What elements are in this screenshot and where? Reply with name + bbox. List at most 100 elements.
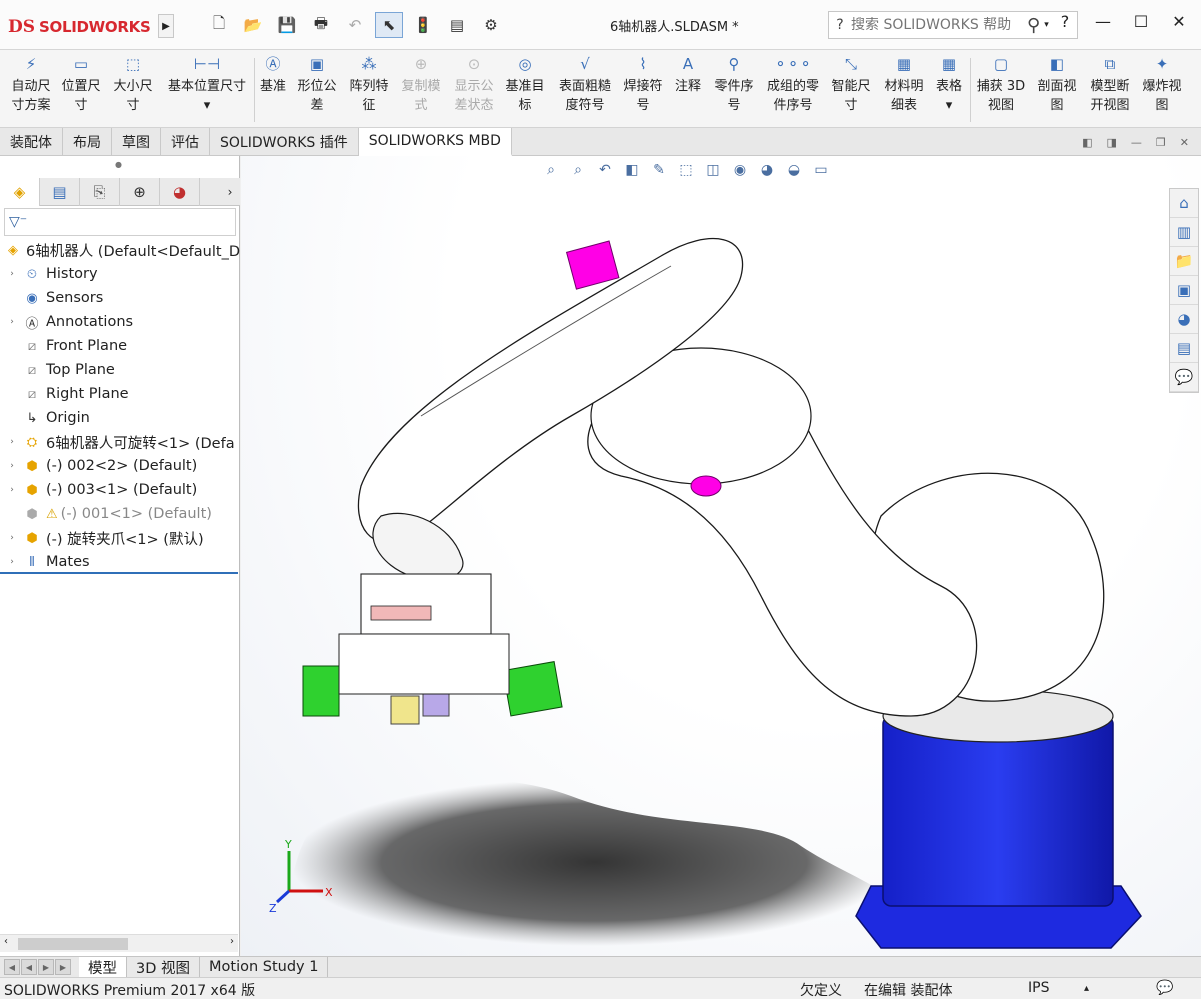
pane-drag-handle[interactable]: ●	[115, 160, 122, 169]
ribbon-gtol-button[interactable]: ▣ 形位公差	[294, 55, 340, 115]
robot-arm-model[interactable]: Y X Z	[241, 156, 1201, 956]
tab-layout[interactable]: 布局	[63, 128, 112, 156]
view-palette-icon[interactable]: ▣	[1170, 276, 1198, 305]
ribbon-explode-view-button[interactable]: ✦ 爆炸视图	[1138, 55, 1186, 115]
open-document-icon[interactable]: 📂	[239, 12, 267, 38]
dropdown-icon[interactable]: ▾	[946, 98, 953, 113]
ribbon-basic-location-button[interactable]: ⊢⊣ 基本位置尺寸 ▾	[162, 55, 252, 115]
gripper-jaw-assembly[interactable]	[338, 633, 510, 695]
status-tooltip-icon[interactable]: 💬	[1156, 980, 1173, 996]
view-restore-icon[interactable]: ❐	[1156, 136, 1166, 149]
magenta-marker-block[interactable]	[565, 240, 620, 290]
view-close-icon[interactable]: ✕	[1180, 136, 1189, 149]
gripper-finger-left-green[interactable]	[302, 665, 340, 717]
feature-manager-tab-icon[interactable]: ◈	[0, 178, 40, 206]
dynamic-annotation-icon[interactable]: ✎	[649, 162, 669, 178]
view-minimize-icon[interactable]: —	[1131, 136, 1142, 149]
zoom-to-fit-icon[interactable]: ⌕	[541, 162, 561, 178]
tree-filter-icon[interactable]: ▽⁻	[4, 208, 236, 236]
ribbon-balloon-button[interactable]: ⚲ 零件序号	[710, 55, 758, 115]
gripper-finger-right-green[interactable]	[502, 661, 563, 717]
robot-wrist[interactable]	[372, 512, 464, 581]
ribbon-weld-symbol-button[interactable]: ⌇ 焊接符号	[620, 55, 666, 115]
forum-icon[interactable]: 💬	[1170, 363, 1198, 392]
ribbon-bom-button[interactable]: ▦ 材料明 细表	[880, 55, 928, 115]
ribbon-datum-target-button[interactable]: ◎ 基准目标	[502, 55, 548, 115]
magenta-marker-pin[interactable]	[690, 475, 722, 497]
robot-base-column[interactable]	[882, 715, 1114, 907]
tab-model[interactable]: 模型	[79, 956, 127, 978]
design-library-icon[interactable]: ▥	[1170, 218, 1198, 247]
ribbon-capture-3d-button[interactable]: ▢ 捕获 3D 视图	[974, 55, 1028, 115]
units-dropdown-icon[interactable]: ▴	[1084, 983, 1089, 994]
rebuild-traffic-light-icon[interactable]: 🚦	[409, 12, 437, 38]
ribbon-table-button[interactable]: ▦ 表格 ▾	[932, 55, 966, 115]
gripper-finger-yellow[interactable]	[390, 695, 420, 725]
tab-evaluate[interactable]: 评估	[161, 128, 210, 156]
options-gear-icon[interactable]: ⚙	[477, 12, 505, 38]
select-arrow-icon[interactable]: ⬉	[375, 12, 403, 38]
hide-show-items-icon[interactable]: ◉	[730, 162, 750, 178]
zoom-to-area-icon[interactable]: ⌕	[568, 162, 588, 178]
menu-expand-arrow[interactable]: ▶	[158, 14, 174, 38]
view-next-icon[interactable]: ◨	[1107, 136, 1117, 149]
file-properties-icon[interactable]: ▤	[443, 12, 471, 38]
configuration-manager-tab-icon[interactable]: ⎘	[80, 178, 120, 206]
ribbon-copy-scheme-button[interactable]: ⊕ 复制模式	[398, 55, 444, 115]
custom-properties-icon[interactable]: ▤	[1170, 334, 1198, 363]
tree-item-right-plane[interactable]: ⧄ Right Plane	[0, 382, 240, 406]
section-view-hud-icon[interactable]: ◧	[622, 162, 642, 178]
ribbon-stacked-balloon-button[interactable]: ⚬⚬⚬ 成组的零 件序号	[762, 55, 824, 115]
display-style-icon[interactable]: ◫	[703, 162, 723, 178]
help-search-box[interactable]: ? ⚲ ▾	[828, 11, 1078, 39]
view-prev-icon[interactable]: ◧	[1082, 136, 1092, 149]
gripper-body[interactable]	[360, 573, 492, 635]
previous-view-icon[interactable]: ↶	[595, 162, 615, 178]
tab-motion-study[interactable]: Motion Study 1	[200, 956, 329, 978]
ribbon-show-tolerance-button[interactable]: ⊙ 显示公 差状态	[450, 55, 498, 115]
graphics-viewport[interactable]: Y X Z ⌕ ⌕ ↶ ◧ ✎ ⬚ ◫ ◉ ◕ ◒ ▭ ⌂ ▥ 📁 ▣ ◕ ▤ …	[241, 156, 1201, 956]
scrollbar-thumb[interactable]	[18, 938, 128, 950]
tab-assembly[interactable]: 装配体	[0, 128, 63, 156]
home-icon[interactable]: ⌂	[1170, 189, 1198, 218]
tab-3d-views[interactable]: 3D 视图	[127, 956, 200, 978]
ribbon-surface-finish-button[interactable]: √ 表面粗糙 度符号	[554, 55, 616, 115]
expand-arrow-icon[interactable]: ›	[6, 461, 18, 471]
ribbon-model-break-button[interactable]: ⧉ 模型断 开视图	[1086, 55, 1134, 115]
ribbon-location-dimension-button[interactable]: ▭ 位置尺寸	[58, 55, 104, 115]
tab-mbd[interactable]: SOLIDWORKS MBD	[358, 128, 512, 156]
tree-item-part-001-suppressed[interactable]: ⬢ ⚠ (-) 001<1> (Default)	[0, 502, 240, 526]
ribbon-note-button[interactable]: A 注释	[670, 55, 706, 96]
ribbon-pattern-button[interactable]: ⁂ 阵列特征	[346, 55, 392, 115]
tree-horizontal-scrollbar[interactable]: ‹ ›	[0, 934, 238, 952]
edit-appearance-icon[interactable]: ◕	[757, 162, 777, 178]
apply-scene-icon[interactable]: ◒	[784, 162, 804, 178]
view-orientation-icon[interactable]: ⬚	[676, 162, 696, 178]
view-settings-icon[interactable]: ▭	[811, 162, 831, 178]
prev-tab-icon[interactable]: ◀	[21, 959, 37, 975]
status-units[interactable]: IPS	[1028, 980, 1049, 996]
tab-sketch[interactable]: 草图	[112, 128, 161, 156]
help-search-input[interactable]	[851, 17, 1021, 33]
undo-icon[interactable]: ↶	[341, 12, 369, 38]
tree-item-sensors[interactable]: ◉ Sensors	[0, 286, 240, 310]
print-icon[interactable]: 🖶	[307, 12, 335, 38]
tree-item-origin[interactable]: ↳ Origin	[0, 406, 240, 430]
tree-item-part-002[interactable]: › ⬢ (-) 002<2> (Default)	[0, 454, 240, 478]
new-document-icon[interactable]: 🗋	[205, 12, 233, 38]
tree-root-assembly[interactable]: ◈ 6轴机器人 (Default<Default_D	[0, 238, 240, 262]
expand-arrow-icon[interactable]: ›	[6, 485, 18, 495]
tree-item-gripper[interactable]: › ⬢ (-) 旋转夹爪<1> (默认)	[0, 526, 240, 550]
display-manager-tab-icon[interactable]: ◕	[160, 178, 200, 206]
expand-arrow-icon[interactable]: ›	[6, 317, 18, 327]
first-tab-icon[interactable]: ◀	[4, 959, 20, 975]
tree-item-part-003[interactable]: › ⬢ (-) 003<1> (Default)	[0, 478, 240, 502]
help-menu-icon[interactable]: ?	[1053, 12, 1077, 31]
save-icon[interactable]: 💾	[273, 12, 301, 38]
appearances-icon[interactable]: ◕	[1170, 305, 1198, 334]
search-dropdown-icon[interactable]: ▾	[1044, 20, 1049, 30]
close-icon[interactable]: ✕	[1167, 12, 1191, 31]
maximize-icon[interactable]: ☐	[1129, 12, 1153, 31]
solidworks-logo[interactable]: DS SOLIDWORKS	[8, 12, 156, 42]
last-tab-icon[interactable]: ▶	[55, 959, 71, 975]
